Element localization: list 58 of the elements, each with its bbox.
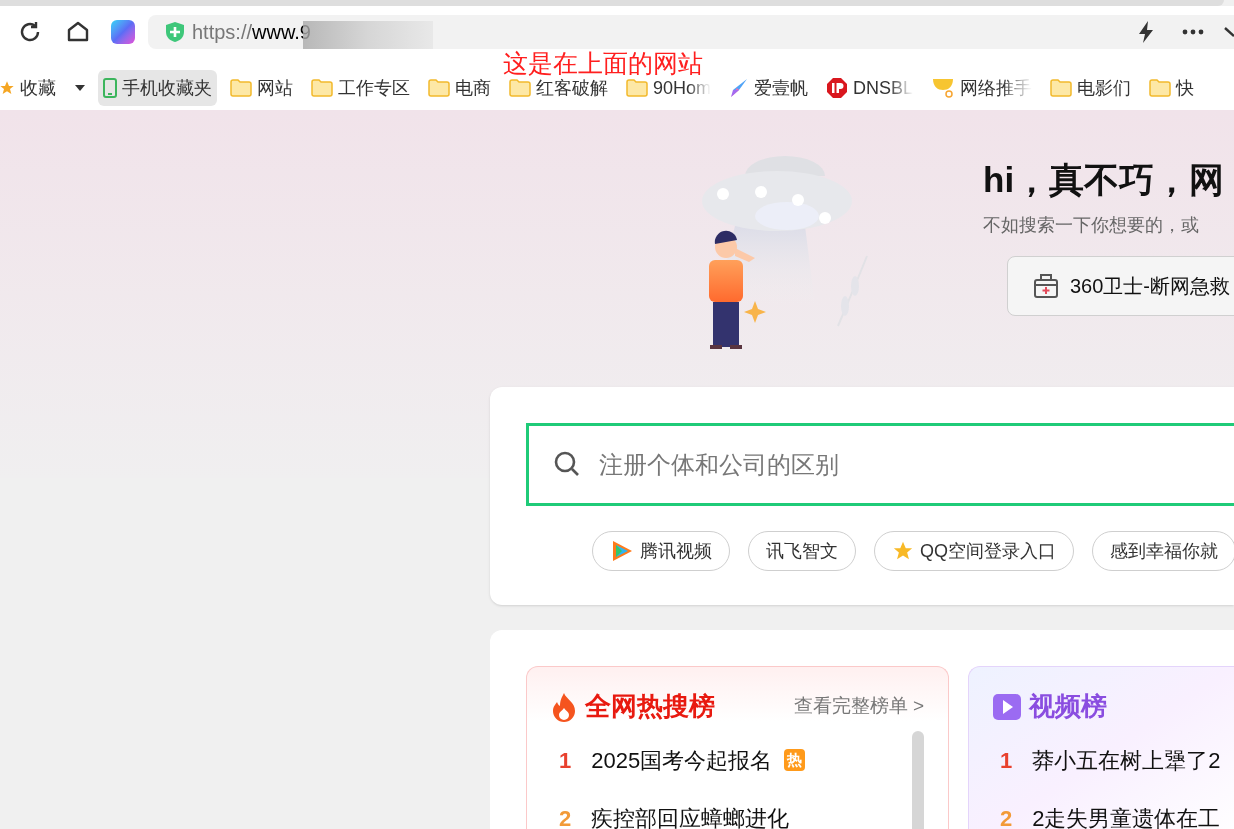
hot-search-title: 全网热搜榜 <box>585 690 715 723</box>
bookmark-item[interactable]: 手机收藏夹 <box>98 70 217 106</box>
video-ranking-title: 视频榜 <box>1029 690 1107 723</box>
medical-kit-icon <box>1033 273 1059 299</box>
view-full-list-link[interactable]: 查看完整榜单 > <box>793 692 924 721</box>
folder-icon <box>428 79 450 97</box>
rank-number: 2 <box>1000 804 1013 829</box>
trophy-icon <box>931 77 956 99</box>
bookmark-item[interactable]: 工作专区 <box>306 75 415 101</box>
play-logo-icon <box>610 539 634 563</box>
kite-icon <box>729 78 750 98</box>
reload-icon[interactable] <box>18 20 42 44</box>
folder-icon <box>1050 79 1073 97</box>
annotation-text: 这是在上面的网站 <box>503 51 703 75</box>
video-ranking-item[interactable]: 莽小五在树上犟了2 <box>1032 743 1221 777</box>
ai-logo-icon[interactable] <box>111 20 135 44</box>
hot-tag: 热 <box>784 749 806 771</box>
bookmark-item[interactable]: 网站 <box>225 75 298 101</box>
bookmark-item[interactable]: 90Hom <box>621 75 717 101</box>
bookmark-item[interactable]: 红客破解 <box>504 75 613 101</box>
folder-icon <box>230 79 252 97</box>
hero-title: hi，真不巧，网 <box>983 162 1226 197</box>
hero-subtitle: 不如搜索一下你想要的，或 <box>983 214 1200 237</box>
bookmark-item[interactable]: 电商 <box>423 75 496 101</box>
hot-search-item[interactable]: 疾控部回应蟑螂进化 <box>591 801 790 829</box>
more-icon[interactable] <box>1182 29 1204 35</box>
address-bar[interactable]: https://www.9 <box>148 15 1234 49</box>
flame-icon <box>551 691 577 722</box>
home-icon[interactable] <box>66 20 90 44</box>
dropdown-caret-icon[interactable] <box>75 84 85 92</box>
bookmark-item[interactable]: 网络推手 <box>926 75 1038 101</box>
chevron-icon[interactable] <box>1224 25 1234 39</box>
star-icon <box>892 540 914 562</box>
star-icon <box>0 80 15 96</box>
play-icon <box>993 693 1021 720</box>
network-repair-button[interactable]: 360卫士-断网急救 <box>1007 256 1234 316</box>
rank-number: 1 <box>559 746 572 775</box>
url-text: https://www.9 <box>192 20 311 45</box>
video-ranking-item[interactable]: 2走失男童遗体在工 <box>1032 801 1221 829</box>
shield-icon <box>165 21 185 43</box>
phone-icon <box>103 78 117 98</box>
search-field[interactable]: 注册个体和公司的区别 <box>526 423 1234 506</box>
bookmark-item[interactable]: 爱壹帆 <box>724 75 814 101</box>
folder-icon <box>1149 79 1172 97</box>
lightning-icon[interactable] <box>1136 20 1156 44</box>
folder-icon <box>509 79 531 97</box>
folder-icon <box>311 79 333 97</box>
ip-logo-icon <box>826 77 849 99</box>
bookmark-item[interactable]: 快 <box>1144 75 1200 101</box>
bookmark-item[interactable]: 电影们 <box>1045 75 1137 101</box>
hot-search-item[interactable]: 2025国考今起报名 <box>591 743 773 777</box>
rank-number: 1 <box>1000 746 1013 775</box>
search-icon <box>553 450 581 478</box>
rank-number: 2 <box>559 804 572 829</box>
bookmark-item[interactable]: 收藏 <box>0 75 90 101</box>
scrollbar-thumb[interactable] <box>912 731 924 829</box>
folder-icon <box>626 79 648 97</box>
bookmark-item[interactable]: DNSBL <box>821 75 919 101</box>
